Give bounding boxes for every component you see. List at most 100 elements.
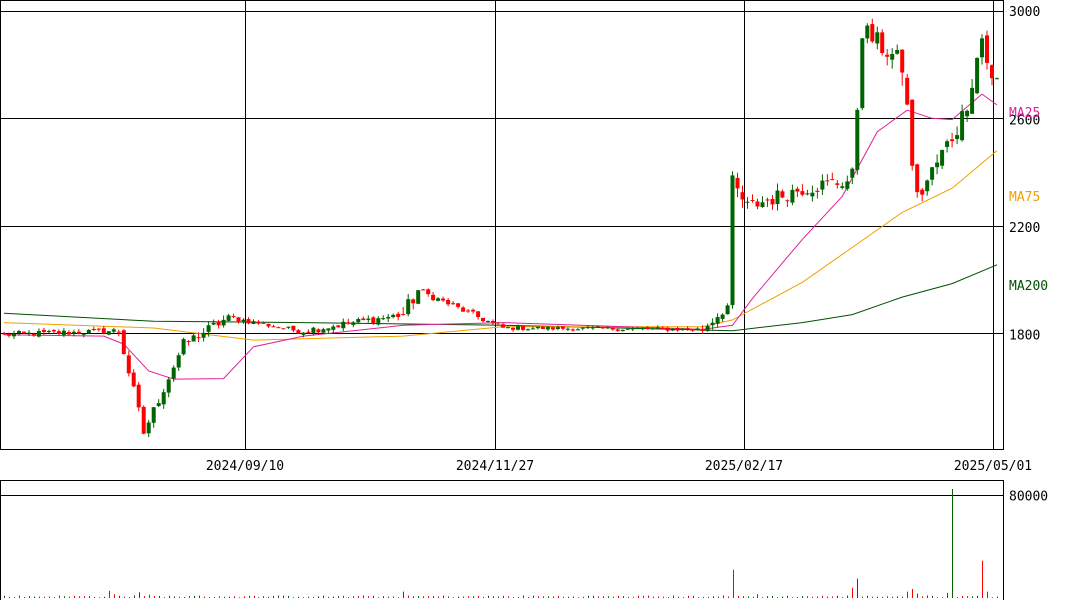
candle: [675, 326, 680, 332]
candle: [431, 292, 436, 302]
candle: [615, 328, 620, 332]
candle: [151, 407, 156, 428]
candle: [835, 179, 840, 189]
candle-body: [211, 322, 216, 325]
candle-body: [955, 135, 960, 139]
candle-body: [206, 325, 211, 332]
candle-body: [381, 318, 386, 320]
candle: [775, 183, 780, 211]
candle-body: [645, 327, 650, 329]
candle-body: [321, 329, 326, 333]
candle-body: [805, 193, 810, 195]
candle-body: [775, 190, 780, 205]
candle: [501, 323, 505, 328]
candle: [550, 326, 555, 331]
candle: [331, 324, 336, 334]
candle-body: [436, 298, 441, 301]
candle-body: [226, 315, 231, 321]
candle-body: [860, 38, 865, 109]
candle-body: [401, 314, 406, 316]
candle: [136, 382, 141, 412]
candle-body: [880, 32, 885, 53]
candle-body: [366, 318, 371, 320]
candle: [725, 303, 730, 315]
candle-body: [27, 332, 31, 334]
candle: [755, 198, 760, 210]
candle: [241, 318, 246, 324]
candle: [610, 327, 615, 331]
candle: [306, 329, 311, 334]
candle: [840, 182, 845, 190]
candle: [336, 324, 341, 328]
candle-body: [46, 331, 51, 332]
candle-body: [61, 330, 66, 335]
candle: [560, 326, 565, 331]
candle: [955, 126, 960, 145]
ma200-line: [3, 264, 998, 332]
candle-body: [386, 316, 391, 319]
candle-body: [610, 327, 615, 330]
candle-body: [441, 298, 446, 301]
candle: [251, 319, 256, 325]
candle: [920, 188, 925, 202]
candle-body: [950, 139, 955, 142]
candle-body: [570, 329, 575, 331]
candle-body: [156, 403, 161, 406]
candle-body: [291, 325, 296, 331]
candle: [406, 294, 411, 317]
candle-body: [905, 77, 910, 105]
date-tick-label: 2024/09/10: [206, 459, 284, 474]
chart-canvas: 3000260022001800800002024/09/10 2024/11/2…: [0, 0, 1048, 601]
candle-body: [421, 289, 426, 291]
candle: [770, 195, 775, 210]
candle: [256, 320, 261, 325]
candle: [106, 331, 111, 336]
candle-body: [346, 322, 351, 324]
candle: [985, 30, 989, 70]
candle-body: [141, 406, 146, 434]
candle-body: [271, 326, 276, 328]
candle-body: [575, 329, 580, 331]
candle-body: [560, 326, 565, 329]
candle-body: [106, 331, 111, 335]
candle-body: [7, 333, 11, 336]
candle: [386, 313, 391, 322]
candle-body: [810, 192, 815, 197]
candle: [565, 327, 570, 331]
candle: [720, 313, 725, 322]
candle-body: [985, 35, 989, 63]
candle-body: [715, 317, 720, 324]
candle: [351, 321, 356, 328]
candle-body: [835, 183, 840, 185]
candle-body: [770, 199, 775, 205]
candle: [785, 199, 790, 207]
candle-body: [740, 192, 745, 200]
candle: [800, 184, 805, 197]
candle: [286, 326, 291, 329]
candle: [276, 326, 281, 329]
candle: [486, 320, 490, 323]
candle: [96, 328, 101, 332]
candle-body: [396, 313, 401, 317]
label-layer: 3000260022001800800002024/09/10 2024/11/2…: [206, 5, 1048, 505]
candle: [346, 318, 351, 325]
candle-body: [700, 330, 705, 331]
candle-body: [301, 332, 306, 335]
volume-layer: [4, 489, 998, 598]
ma75-legend-label: MA75: [1009, 190, 1040, 205]
candle-body: [17, 331, 21, 334]
candle-body: [376, 318, 381, 325]
candle-body: [221, 319, 226, 326]
candle-body: [471, 309, 476, 312]
candle-body: [995, 78, 999, 80]
ma75-line: [3, 150, 998, 341]
candle: [411, 298, 416, 310]
candle-body: [635, 328, 640, 330]
candle-body: [506, 327, 510, 329]
candle-body: [521, 325, 525, 330]
date-tick-label: 2025/02/17: [705, 459, 783, 474]
candle: [456, 303, 461, 309]
candle: [745, 197, 750, 209]
candle: [391, 313, 396, 319]
candle: [126, 350, 131, 377]
